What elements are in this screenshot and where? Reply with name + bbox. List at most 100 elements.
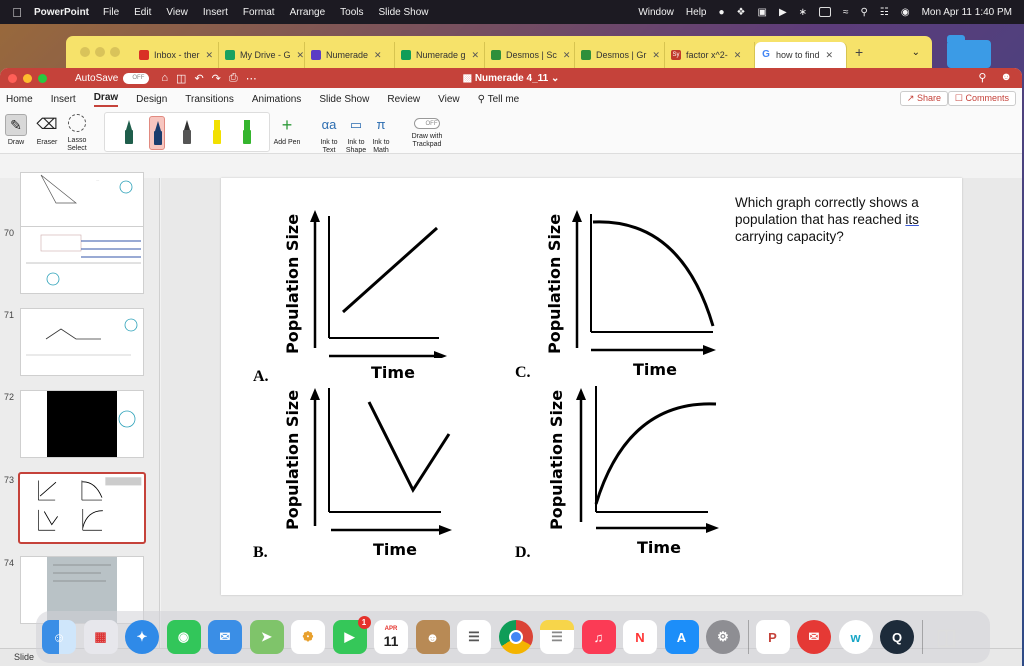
mail-icon[interactable]: ✉ [208,620,242,654]
menu-edit[interactable]: Edit [134,7,151,18]
current-slide[interactable]: Which graph correctly shows a population… [221,178,962,595]
tell-me[interactable]: ⚲ Tell me [478,94,520,105]
autosave-toggle[interactable]: OFF [123,72,150,84]
highlighter-yellow[interactable] [209,116,225,150]
app-store-icon[interactable]: A [664,620,699,654]
browser-tab-inbox[interactable]: Inbox - ther ✕ [133,42,219,68]
close-icon[interactable]: ✕ [297,50,305,61]
close-icon[interactable]: ✕ [374,50,382,61]
close-icon[interactable]: ✕ [206,50,214,61]
browser-tab-drive[interactable]: My Drive - G ✕ [219,42,305,68]
tab-home[interactable]: Home [6,94,33,105]
browser-tab-numerade[interactable]: Numerade ✕ [305,42,395,68]
wifi-icon[interactable]: ≈ [843,7,849,18]
browser-tab-numerade-sheet[interactable]: Numerade g ✕ [395,42,485,68]
chevron-down-icon[interactable]: ⌄ [912,47,920,58]
eraser-tool[interactable]: ⌫ Eraser [33,114,61,147]
comments-button[interactable]: ☐ Comments [947,91,1016,106]
home-icon[interactable]: ⌂ [161,72,168,85]
question-text[interactable]: Which graph correctly shows a population… [735,194,945,245]
bluetooth-icon[interactable]: ∗ [799,7,807,18]
menu-app-name[interactable]: PowerPoint [34,7,89,18]
desktop-folder-icon[interactable] [947,35,991,68]
ink-to-math-tool[interactable]: π Ink to Math [369,114,393,155]
screen-icon[interactable]: ▣ [758,7,767,18]
photos-icon[interactable]: ❁ [291,620,325,654]
trackpad-toggle[interactable]: OFF [414,118,440,129]
menu-view[interactable]: View [166,7,188,18]
close-icon[interactable]: ✕ [826,50,834,61]
maps-icon[interactable]: ➤ [249,620,284,654]
control-center-icon[interactable]: ☷ [880,7,889,18]
close-icon[interactable]: ✕ [472,50,480,61]
spotlight-icon[interactable]: ⚲ [861,7,868,18]
menu-tools[interactable]: Tools [340,7,363,18]
contacts-icon[interactable]: ☻ [415,620,450,654]
slide-thumbnail-73[interactable] [18,472,146,544]
autosave[interactable]: AutoSave OFF [75,72,150,84]
powerpoint-icon[interactable]: P [755,620,790,654]
quicktime-icon[interactable]: Q [880,620,914,654]
slide-thumbnail-71[interactable] [20,308,144,376]
pencil-gray[interactable] [179,116,195,150]
browser-tab-desmos-1[interactable]: Desmos | Sc ✕ [485,42,575,68]
browser-tab-google[interactable]: G how to find ✕ [755,42,847,68]
draw-with-trackpad-tool[interactable]: OFF Draw with Trackpad [404,114,450,149]
facetime-icon[interactable]: ▶ 1 [332,616,371,654]
webex-icon[interactable]: w [838,620,873,654]
save-icon[interactable]: ◫ [176,72,186,85]
tab-insert[interactable]: Insert [51,94,76,105]
close-icon[interactable]: ✕ [563,50,571,61]
browser-tab-symbolab[interactable]: Sy factor x^2- ✕ [665,42,755,68]
menu-slide-show[interactable]: Slide Show [379,7,429,18]
highlighter-green[interactable] [239,116,255,150]
music-icon[interactable]: ♫ [581,620,616,654]
ink-to-shape-tool[interactable]: ▭ Ink to Shape [343,114,369,155]
minimize-window-button[interactable] [23,73,32,83]
system-preferences-icon[interactable]: ⚙ [706,620,740,654]
tab-review[interactable]: Review [387,94,420,105]
lasso-select-tool[interactable]: Lasso Select [63,114,91,153]
menu-format[interactable]: Format [243,7,275,18]
print-icon[interactable]: ⎙ [229,72,238,85]
undo-icon[interactable]: ↶ [194,72,203,85]
menu-help[interactable]: Help [686,7,707,18]
airmail-icon[interactable]: ✉ [797,620,831,654]
news-icon[interactable]: N [623,620,657,654]
share-person-icon[interactable]: ☻ [1000,71,1012,84]
notes-icon[interactable]: ☰ [540,620,574,654]
tab-transitions[interactable]: Transitions [185,94,234,105]
new-tab-icon[interactable]: + [855,44,863,60]
close-window-button[interactable] [8,73,17,83]
slide-thumbnail-70[interactable] [20,226,144,294]
dropbox-icon[interactable]: ❖ [737,7,746,18]
play-icon[interactable]: ▶ [779,7,787,18]
more-icon[interactable]: ⋯ [246,72,257,85]
finder-icon[interactable]: ☺ [42,620,76,654]
safari-icon[interactable]: ✦ [125,620,159,654]
chrome-icon[interactable] [498,620,533,654]
pen-green-dark[interactable] [121,116,137,150]
pen-navy[interactable] [149,116,165,150]
add-pen-tool[interactable]: + Add Pen [272,114,302,147]
messages-icon[interactable]: ◉ [166,620,201,654]
menu-window[interactable]: Window [638,7,674,18]
menu-file[interactable]: File [103,7,119,18]
close-icon[interactable]: ✕ [652,50,660,61]
zoom-window-button[interactable] [38,73,47,83]
tab-slide-show[interactable]: Slide Show [319,94,369,105]
reminders-icon[interactable]: ☰ [457,620,491,654]
apple-menu-icon[interactable]:  [0,5,34,20]
calendar-icon[interactable]: APR 11 [374,620,408,654]
record-icon[interactable]: ● [718,7,724,18]
tab-draw[interactable]: Draw [93,92,119,107]
tab-design[interactable]: Design [136,94,167,105]
browser-tab-desmos-2[interactable]: Desmos | Gr ✕ [575,42,665,68]
ink-to-text-tool[interactable]: αa Ink to Text [316,114,342,155]
tab-animations[interactable]: Animations [252,94,301,105]
menu-arrange[interactable]: Arrange [290,7,326,18]
slide-thumbnail-72[interactable] [20,390,144,458]
search-icon[interactable]: ⚲ [978,71,986,84]
slide-canvas[interactable]: Which graph correctly shows a population… [161,178,1022,648]
menu-insert[interactable]: Insert [203,7,228,18]
